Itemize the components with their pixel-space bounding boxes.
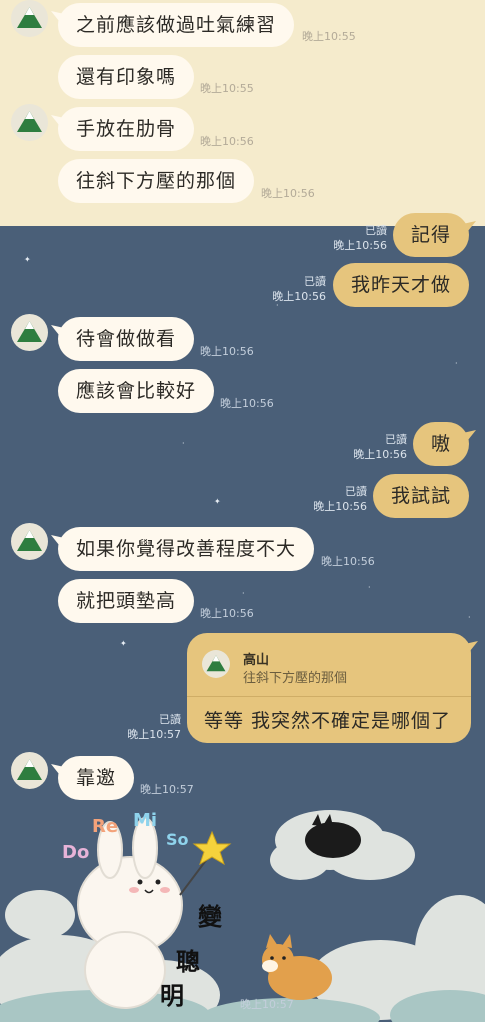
mountain-avatar-icon (17, 530, 42, 551)
message-bubble[interactable]: 應該會比較好 (58, 369, 215, 413)
message-time: 晚上10:56 (220, 397, 274, 410)
message-time: 晚上10:57 (140, 783, 194, 796)
message-time: 晚上10:55 (302, 30, 356, 43)
star-decoration: · (455, 359, 458, 368)
reply-message-bubble[interactable]: 高山 往斜下方壓的那個 等等 我突然不確定是哪個了 (187, 633, 471, 743)
mountain-avatar-icon (17, 321, 42, 342)
message-time: 晚上10:56 (333, 239, 387, 252)
read-receipt: 已讀 (304, 275, 326, 288)
message-time: 晚上10:56 (313, 500, 367, 513)
reply-divider (187, 696, 471, 697)
quoted-sender-name: 高山 (243, 653, 270, 668)
sticker-letter: Mi (133, 810, 157, 831)
read-receipt: 已讀 (159, 713, 181, 726)
mountain-avatar-icon (17, 7, 42, 28)
star-decoration: ✦ (214, 497, 221, 506)
message-time: 晚上10:56 (272, 290, 326, 303)
message-time: 晚上10:56 (261, 187, 315, 200)
star-decoration: · (468, 613, 471, 622)
message-bubble[interactable]: 我試試 (373, 474, 470, 518)
message-time: 晚上10:57 (127, 728, 181, 741)
message-bubble[interactable]: 靠邀 (58, 756, 135, 800)
message-bubble[interactable]: 往斜下方壓的那個 (58, 159, 255, 203)
contact-avatar[interactable] (11, 523, 48, 560)
contact-avatar[interactable] (11, 314, 48, 351)
message-time: 晚上10:56 (200, 607, 254, 620)
message-bubble[interactable]: 還有印象嗎 (58, 55, 195, 99)
star-decoration: ✦ (120, 639, 127, 648)
quoted-avatar (202, 650, 230, 678)
message-time: 晚上10:55 (200, 82, 254, 95)
message-meta: 已讀 晚上10:56 (313, 484, 367, 514)
message-bubble[interactable]: 記得 (393, 213, 470, 257)
message-bubble[interactable]: 就把頭墊高 (58, 579, 195, 623)
message-bubble[interactable]: 嗷 (413, 422, 470, 466)
message-meta: 已讀 晚上10:56 (333, 223, 387, 253)
star-decoration: · (368, 583, 371, 592)
contact-avatar[interactable] (11, 104, 48, 141)
read-receipt: 已讀 (365, 224, 387, 237)
message-time: 晚上10:56 (321, 555, 375, 568)
sticker-caption: 變 (198, 903, 223, 931)
sticker-letter: So (166, 830, 189, 849)
read-receipt: 已讀 (385, 433, 407, 446)
fox-icon (262, 934, 332, 1000)
reply-text: 等等 我突然不確定是哪個了 (204, 710, 452, 732)
message-time: 晚上10:56 (200, 345, 254, 358)
sticker-image[interactable]: Do Re Mi So 變 聰 明 晚上10:57 (0, 800, 485, 1022)
message-bubble[interactable]: 之前應該做過吐氣練習 (58, 3, 295, 47)
message-meta: 已讀 晚上10:56 (272, 274, 326, 304)
message-time: 晚上10:56 (353, 448, 407, 461)
sticker-letter: Do (62, 842, 89, 863)
star-decoration: ✦ (24, 255, 31, 264)
sticker-caption: 聰 (176, 948, 200, 976)
mountain-avatar-icon (17, 759, 42, 780)
star-wand-icon (192, 830, 232, 866)
message-meta: 已讀 晚上10:56 (353, 432, 407, 462)
contact-avatar[interactable] (11, 752, 48, 789)
message-time: 晚上10:57 (240, 998, 294, 1011)
message-bubble[interactable]: 待會做做看 (58, 317, 195, 361)
message-bubble[interactable]: 手放在肋骨 (58, 107, 195, 151)
quoted-message-text[interactable]: 往斜下方壓的那個 (243, 667, 347, 686)
star-decoration: · (242, 589, 245, 598)
mountain-avatar-icon (206, 655, 226, 672)
message-bubble[interactable]: 如果你覺得改善程度不大 (58, 527, 315, 571)
sticker-letter: Re (92, 816, 118, 837)
message-bubble[interactable]: 我昨天才做 (333, 263, 470, 307)
read-receipt: 已讀 (345, 485, 367, 498)
message-meta: 已讀 晚上10:57 (127, 712, 181, 742)
star-decoration: · (182, 439, 185, 448)
contact-avatar[interactable] (11, 0, 48, 37)
sticker-caption: 明 (160, 982, 184, 1010)
message-time: 晚上10:56 (200, 135, 254, 148)
mountain-avatar-icon (17, 111, 42, 132)
